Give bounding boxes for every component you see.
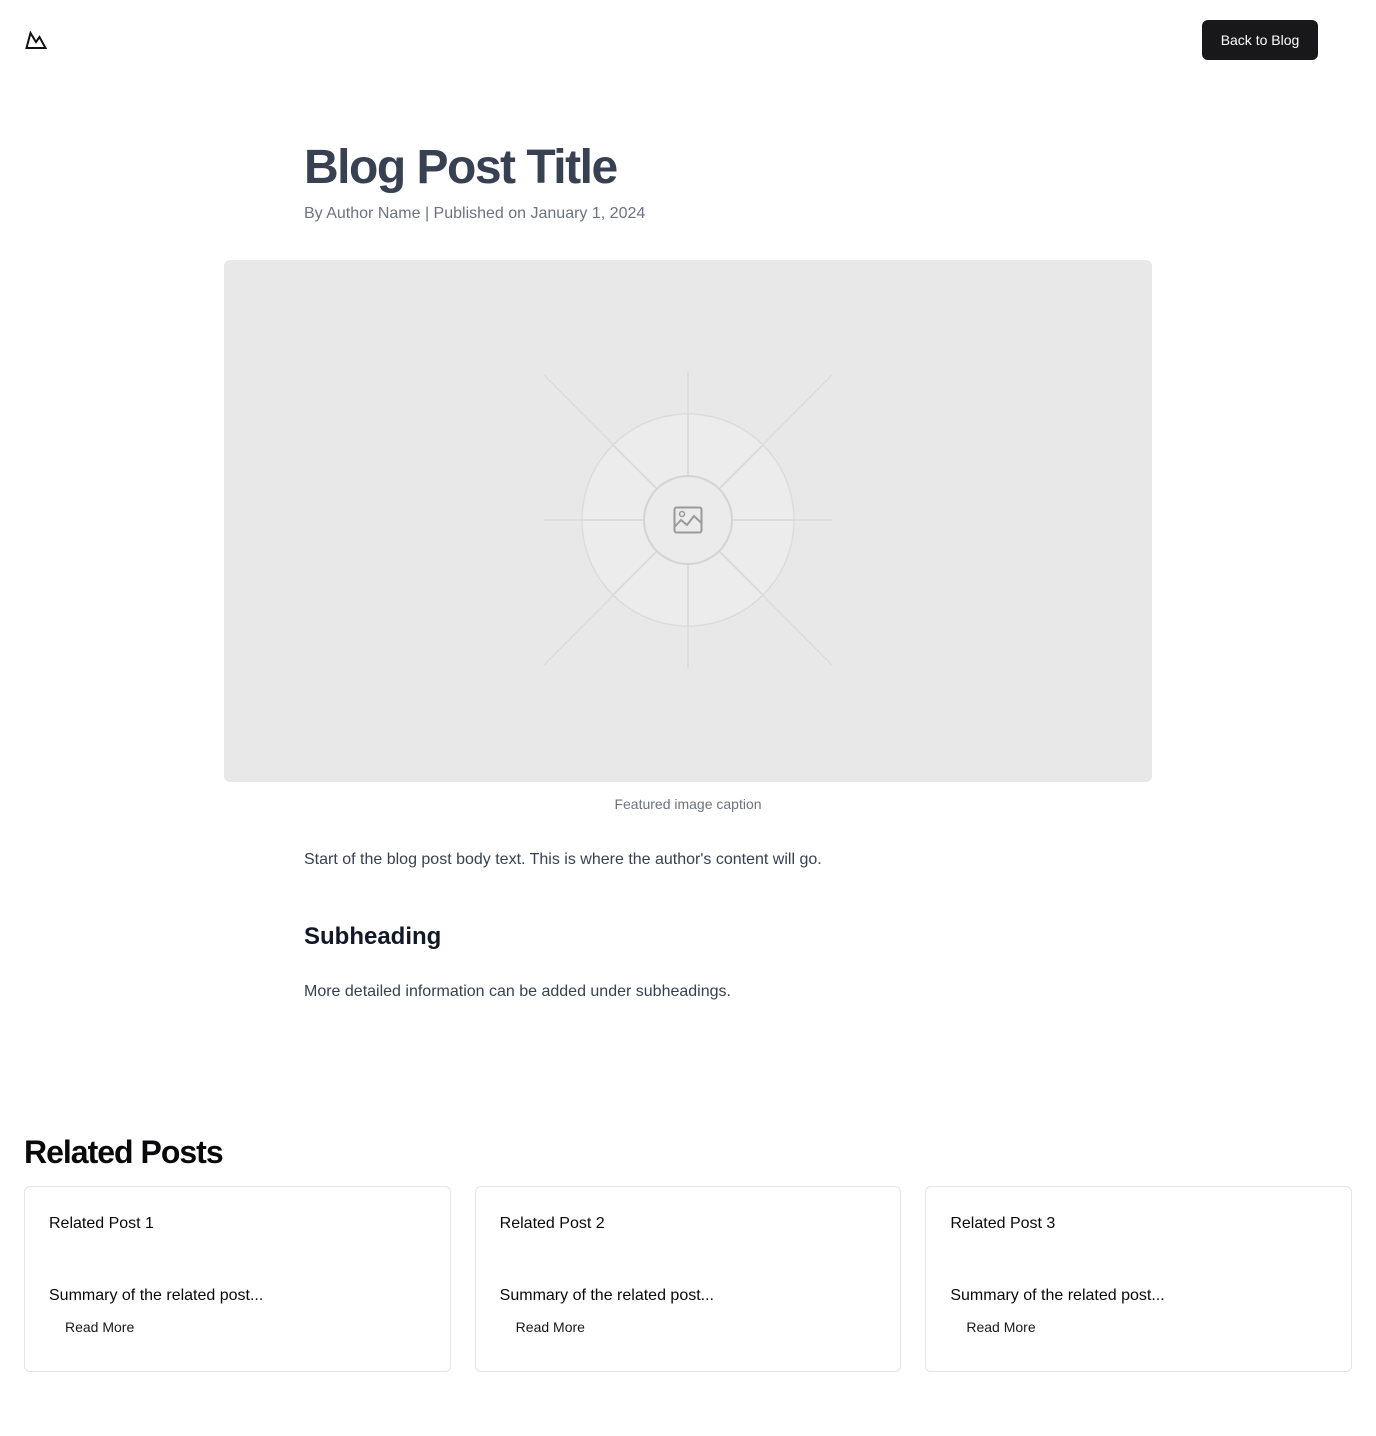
read-more-link[interactable]: Read More <box>65 1318 134 1336</box>
related-posts-heading: Related Posts <box>24 1134 224 1170</box>
subheading: Subheading <box>304 923 442 950</box>
image-placeholder-icon <box>673 506 703 534</box>
related-posts-grid: Related Post 1 Summary of the related po… <box>24 1186 1353 1372</box>
body-intro: Start of the blog post body text. This i… <box>304 851 822 868</box>
related-post-summary: Summary of the related post... <box>49 1287 264 1304</box>
read-more-link[interactable]: Read More <box>966 1318 1035 1336</box>
related-post-card: Related Post 3 Summary of the related po… <box>925 1186 1353 1372</box>
read-more-link[interactable]: Read More <box>516 1318 585 1336</box>
related-post-title: Related Post 1 <box>49 1215 154 1232</box>
back-to-blog-button[interactable]: Back to Blog <box>1202 20 1318 60</box>
featured-image <box>224 260 1152 782</box>
related-post-title: Related Post 3 <box>950 1215 1056 1232</box>
post-meta: By Author Name | Published on January 1,… <box>304 205 646 222</box>
post-title: Blog Post Title <box>304 141 618 194</box>
related-post-summary: Summary of the related post... <box>950 1287 1165 1304</box>
related-post-title: Related Post 2 <box>499 1215 605 1232</box>
related-post-card: Related Post 2 Summary of the related po… <box>474 1186 902 1372</box>
related-post-summary: Summary of the related post... <box>499 1287 714 1304</box>
mountain-logo-icon[interactable] <box>24 28 48 52</box>
related-post-card: Related Post 1 Summary of the related po… <box>24 1186 451 1372</box>
body-detail: More detailed information can be added u… <box>304 983 731 1000</box>
blog-post-page: Back to Blog Blog Post Title By Author N… <box>0 0 1376 1436</box>
image-caption: Featured image caption <box>614 796 762 812</box>
